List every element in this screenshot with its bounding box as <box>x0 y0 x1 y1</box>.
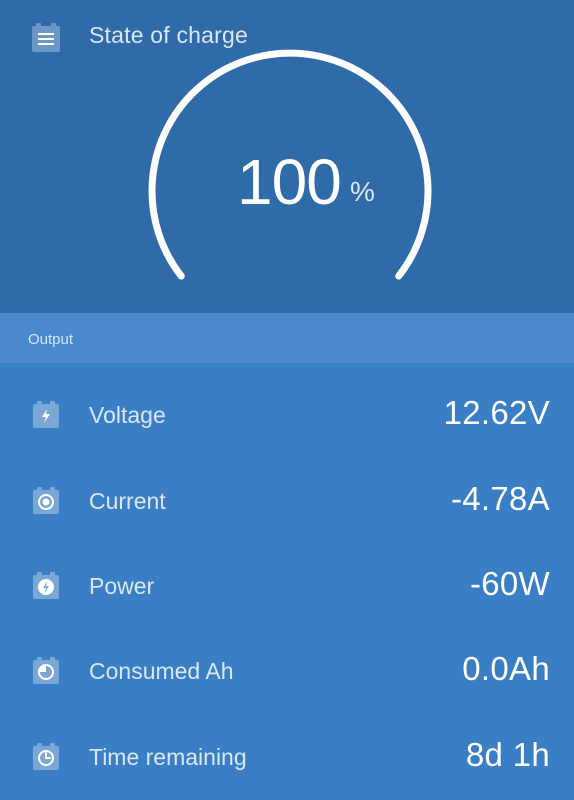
section-label: Output <box>28 331 74 348</box>
lightning-icon <box>33 401 59 428</box>
list-item-power: Power -60W <box>0 556 574 616</box>
clock-icon <box>33 743 59 770</box>
power-icon <box>33 572 59 599</box>
row-value: 12.62V <box>443 394 550 431</box>
row-value: -4.78A <box>450 480 550 517</box>
row-value: -60W <box>469 565 550 602</box>
row-value: 8d 1h <box>465 736 550 773</box>
row-label: Power <box>89 573 155 599</box>
section-header <box>0 313 574 363</box>
list-item-current: Current -4.78A <box>0 471 574 531</box>
row-label: Consumed Ah <box>89 658 234 684</box>
row-label: Time remaining <box>89 744 247 770</box>
row-label: Voltage <box>89 402 166 428</box>
soc-value: 100 <box>237 146 342 218</box>
row-label: Current <box>89 488 166 514</box>
consumed-icon <box>33 657 59 684</box>
list-item-voltage: Voltage 12.62V <box>0 385 574 445</box>
list-item-time-remaining: Time remaining 8d 1h <box>0 727 574 787</box>
row-value: 0.0Ah <box>462 650 550 687</box>
soc-unit: % <box>350 176 375 207</box>
list-item-consumed-ah: Consumed Ah 0.0Ah <box>0 641 574 701</box>
current-icon <box>33 487 59 514</box>
